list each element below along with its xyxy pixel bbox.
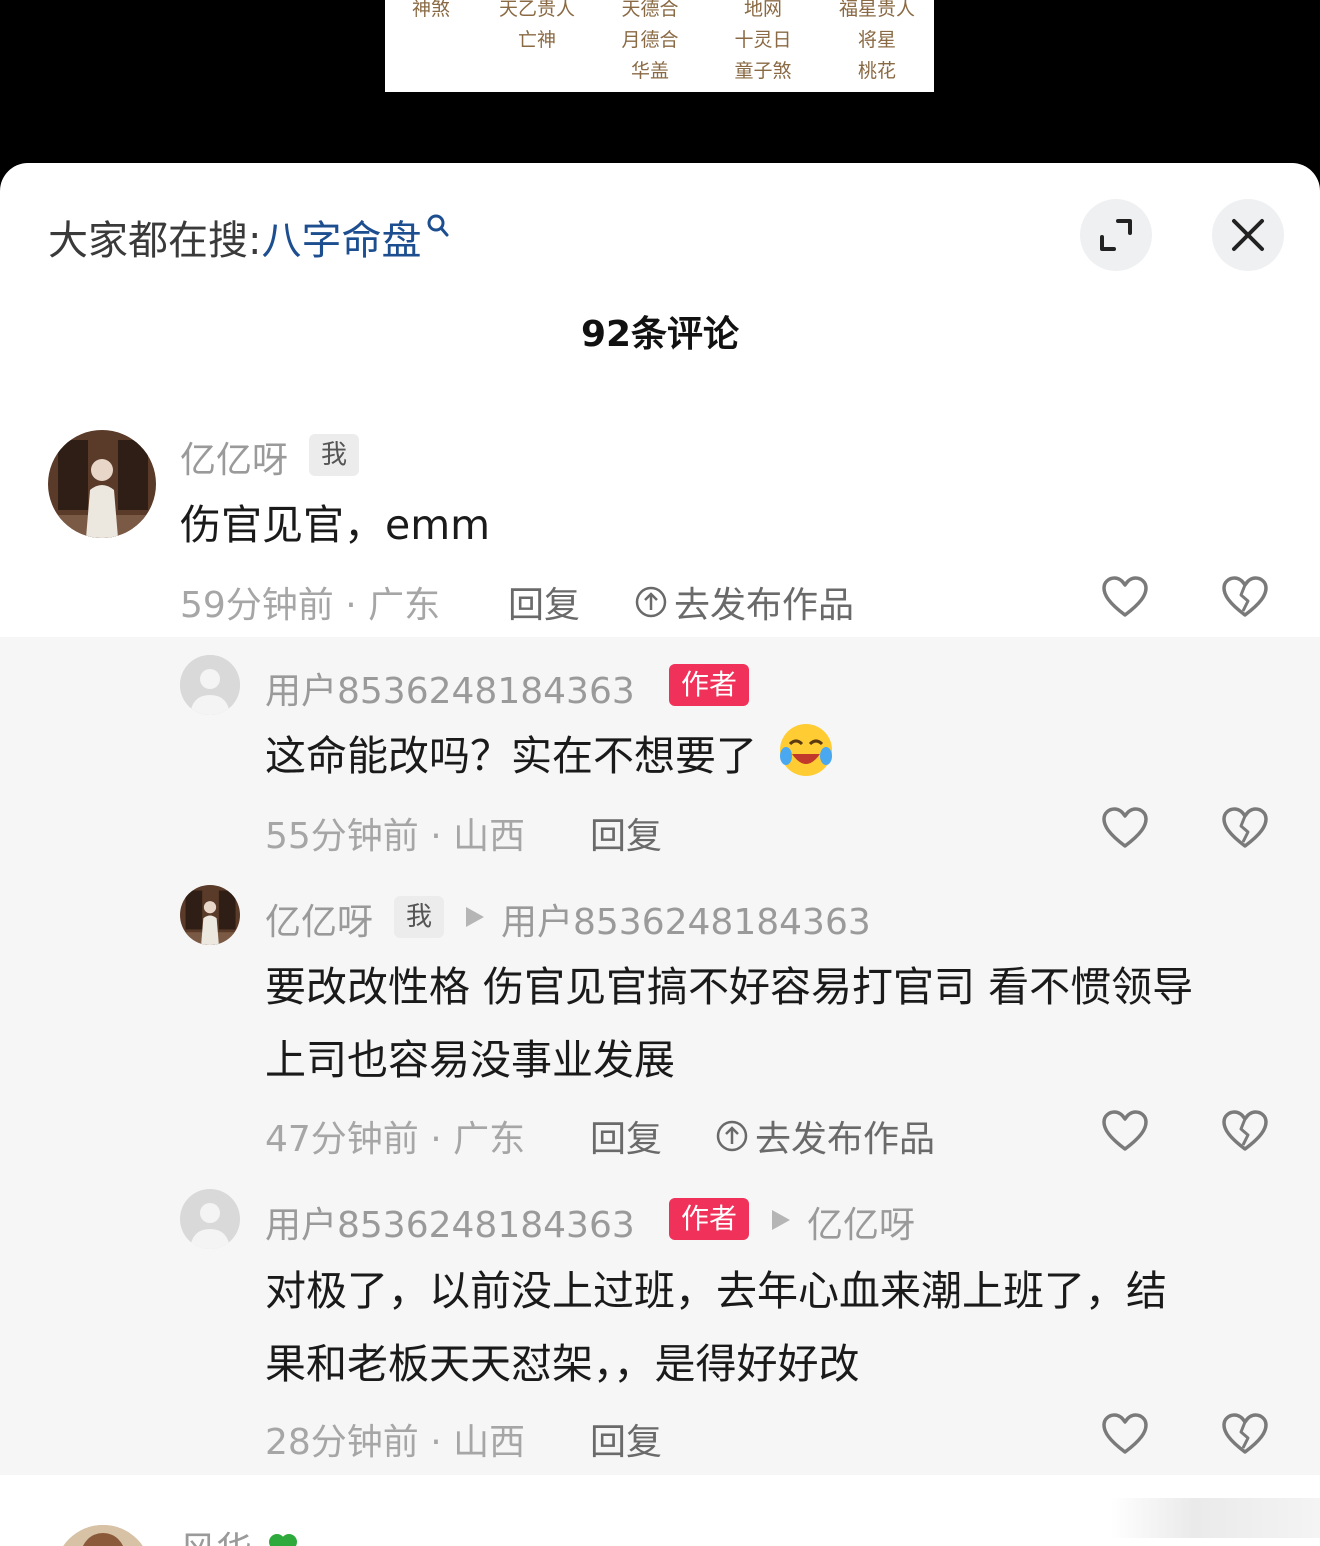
chart-column: 天德合 月德合 华盖 <box>590 0 710 87</box>
reply-to-username[interactable]: 亿亿呀 <box>807 1196 915 1248</box>
chart-column: 天乙贵人 亡神 <box>477 0 597 56</box>
comment-username[interactable]: 亿亿呀 <box>180 431 288 483</box>
default-avatar-icon <box>180 655 240 715</box>
reply-to-username[interactable]: 用户8536248184363 <box>501 893 871 945</box>
chart-cell: 神煞 <box>411 0 450 20</box>
avatar-image <box>48 430 156 538</box>
reply-button[interactable]: 回复 <box>590 807 662 859</box>
avatar[interactable] <box>180 885 240 945</box>
chart-column: 地网 十灵日 童子煞 <box>703 0 823 87</box>
comment-username-text: 风华 <box>180 1530 252 1546</box>
reply-button[interactable]: 回复 <box>590 1413 662 1465</box>
publish-work-button[interactable]: 去发布作品 <box>715 1110 935 1162</box>
reply-text: 这命能改吗？实在不想要了 <box>265 719 836 793</box>
upload-circle-icon <box>716 1120 748 1152</box>
publish-work-button[interactable]: 去发布作品 <box>634 576 854 628</box>
hot-search-term[interactable]: 八字命盘 <box>261 208 421 266</box>
like-icon[interactable] <box>1101 1109 1149 1153</box>
chart-cell: 亡神 <box>517 29 556 51</box>
self-badge: 我 <box>309 434 360 476</box>
like-icon[interactable] <box>1101 1412 1149 1456</box>
chart-cell: 福星贵人 <box>838 0 915 20</box>
publish-work-label: 去发布作品 <box>755 1119 936 1160</box>
chart-cell: 地网 <box>743 0 782 20</box>
hot-search-link[interactable]: 大家都在搜: 八字命盘 <box>48 209 451 265</box>
reply-text-line: 果和老板天天怼架，，是得好好改 <box>265 1340 860 1388</box>
reply-username[interactable]: 用户8536248184363 <box>265 1196 635 1248</box>
avatar-image <box>180 885 240 945</box>
search-icon <box>427 214 449 237</box>
reply-meta: 28分钟前 · 山西 <box>265 1422 526 1463</box>
chart-column: 神煞 <box>385 0 491 25</box>
like-icon[interactable] <box>1101 806 1149 850</box>
chart-cell: 童子煞 <box>734 60 792 82</box>
like-icon[interactable] <box>1101 575 1149 619</box>
close-button[interactable] <box>1212 199 1284 271</box>
laughing-crying-emoji-icon <box>780 724 833 776</box>
comment-text: 伤官见官，emm <box>180 501 491 549</box>
chart-cell: 华盖 <box>630 60 669 82</box>
clover-icon <box>269 1534 298 1546</box>
hot-search-prefix: 大家都在搜: <box>48 218 262 264</box>
bottom-fade-overlay <box>1110 1498 1320 1538</box>
avatar-image <box>55 1525 151 1546</box>
reply-text-line: 上司也容易没事业发展 <box>265 1036 675 1084</box>
reply-text-content: 这命能改吗？实在不想要了 <box>265 732 757 780</box>
reply-text-line: 要改改性格 伤官见官搞不好容易打官司 看不惯领导 <box>265 963 1194 1011</box>
chart-cell: 桃花 <box>857 60 896 82</box>
reply-text-line: 对极了，以前没上过班，去年心血来潮上班了，结 <box>265 1267 1167 1315</box>
bazi-chart-fragment: 神煞 天乙贵人 亡神 天德合 月德合 华盖 地网 十灵日 童子煞 福星贵人 将星… <box>385 0 934 92</box>
chart-cell: 天德合 <box>621 0 679 20</box>
author-badge: 作者 <box>669 1198 750 1240</box>
reply-button[interactable]: 回复 <box>590 1110 662 1162</box>
reply-meta: 55分钟前 · 山西 <box>265 816 526 857</box>
reply-button[interactable]: 回复 <box>508 576 580 628</box>
dislike-icon[interactable] <box>1221 1412 1269 1456</box>
upload-circle-icon <box>635 586 667 618</box>
self-badge: 我 <box>394 896 445 938</box>
close-icon <box>1232 219 1264 251</box>
author-badge: 作者 <box>669 664 750 706</box>
dislike-icon[interactable] <box>1221 1109 1269 1153</box>
avatar[interactable] <box>55 1525 151 1546</box>
avatar[interactable] <box>180 655 240 715</box>
chart-cell: 月德合 <box>621 29 679 51</box>
dislike-icon[interactable] <box>1221 806 1269 850</box>
reply-username[interactable]: 亿亿呀 <box>265 893 373 945</box>
chart-cell: 天乙贵人 <box>498 0 575 20</box>
comment-username[interactable]: 风华 <box>180 1521 303 1546</box>
comment-sheet: 大家都在搜: 八字命盘 92条评论 亿亿呀 我 伤官见官，emm 59分钟前 ·… <box>0 163 1320 1546</box>
reply-to-arrow-icon <box>772 1210 790 1230</box>
comment-meta: 59分钟前 · 广东 <box>180 585 441 626</box>
avatar[interactable] <box>48 430 156 538</box>
avatar[interactable] <box>180 1189 240 1249</box>
chart-cell: 将星 <box>857 29 896 51</box>
comment-count-title: 92条评论 <box>580 314 740 355</box>
default-avatar-icon <box>180 1189 240 1249</box>
chart-column: 福星贵人 将星 桃花 <box>817 0 934 87</box>
reply-meta: 47分钟前 · 广东 <box>265 1119 526 1160</box>
chart-cell: 十灵日 <box>734 29 792 51</box>
dislike-icon[interactable] <box>1221 575 1269 619</box>
publish-work-label: 去发布作品 <box>674 585 855 626</box>
reply-to-arrow-icon <box>466 907 484 927</box>
expand-icon <box>1100 219 1132 251</box>
reply-username[interactable]: 用户8536248184363 <box>265 662 635 714</box>
expand-button[interactable] <box>1080 199 1152 271</box>
